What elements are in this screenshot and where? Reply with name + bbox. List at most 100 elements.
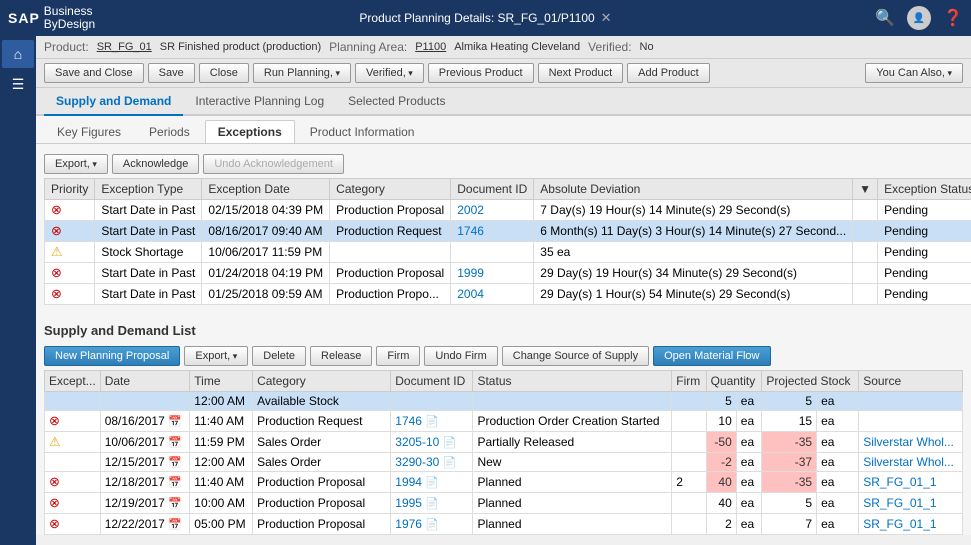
sd-source[interactable]: Silverstar Whol... bbox=[859, 453, 963, 472]
exception-category bbox=[330, 242, 451, 263]
calendar-icon[interactable]: 📅 bbox=[168, 498, 182, 510]
exception-doc-id[interactable]: 2004 bbox=[451, 284, 534, 305]
sub-tab-periods[interactable]: Periods bbox=[136, 120, 203, 143]
save-and-close-button[interactable]: Save and Close bbox=[44, 63, 144, 83]
doc-icon[interactable]: 📄 bbox=[425, 519, 439, 531]
col-category[interactable]: Category bbox=[330, 179, 451, 200]
sd-doc-id[interactable]: 1995 📄 bbox=[391, 493, 473, 514]
sd-doc-id[interactable]: 1994 📄 bbox=[391, 472, 473, 493]
sd-doc-id[interactable]: 3290-30 📄 bbox=[391, 453, 473, 472]
col-filter[interactable]: ▼ bbox=[853, 179, 878, 200]
col-exception-status[interactable]: Exception Status bbox=[878, 179, 971, 200]
col-exception-date[interactable]: Exception Date bbox=[202, 179, 330, 200]
doc-icon[interactable]: 📄 bbox=[443, 437, 457, 449]
exception-doc-id[interactable]: 1746 bbox=[451, 221, 534, 242]
previous-product-button[interactable]: Previous Product bbox=[428, 63, 534, 83]
col-document-id[interactable]: Document ID bbox=[451, 179, 534, 200]
undo-acknowledgement-button[interactable]: Undo Acknowledgement bbox=[203, 154, 344, 174]
col-absolute-deviation[interactable]: Absolute Deviation bbox=[534, 179, 853, 200]
supply-export-button[interactable]: Export, bbox=[184, 346, 248, 366]
verified-button[interactable]: Verified, bbox=[355, 63, 424, 83]
sidebar-menu-icon[interactable]: ☰ bbox=[2, 70, 34, 98]
supply-demand-row[interactable]: ⚠ 10/06/2017 📅 11:59 PM Sales Order 3205… bbox=[45, 432, 963, 453]
col-exception-type[interactable]: Exception Type bbox=[95, 179, 202, 200]
col-source[interactable]: Source bbox=[859, 371, 963, 392]
doc-icon[interactable]: 📄 bbox=[425, 477, 439, 489]
sd-doc-id[interactable]: 3205-10 📄 bbox=[391, 432, 473, 453]
sd-source[interactable] bbox=[859, 411, 963, 432]
doc-icon[interactable]: 📄 bbox=[443, 457, 457, 469]
col-time[interactable]: Time bbox=[190, 371, 253, 392]
sd-source[interactable]: SR_FG_01_1 bbox=[859, 493, 963, 514]
you-can-also-button[interactable]: You Can Also, bbox=[865, 63, 963, 83]
exception-row[interactable]: ⊗ Start Date in Past 01/25/2018 09:59 AM… bbox=[45, 284, 971, 305]
undo-firm-button[interactable]: Undo Firm bbox=[424, 346, 497, 366]
product-link[interactable]: SR_FG_01 bbox=[97, 41, 152, 53]
change-source-of-supply-button[interactable]: Change Source of Supply bbox=[502, 346, 649, 366]
next-product-button[interactable]: Next Product bbox=[538, 63, 624, 83]
search-icon[interactable]: 🔍 bbox=[875, 8, 895, 28]
doc-icon[interactable]: 📄 bbox=[425, 416, 439, 428]
acknowledge-button[interactable]: Acknowledge bbox=[112, 154, 199, 174]
calendar-icon[interactable]: 📅 bbox=[168, 416, 182, 428]
sub-tab-key-figures[interactable]: Key Figures bbox=[44, 120, 134, 143]
exception-date: 02/15/2018 04:39 PM bbox=[202, 200, 330, 221]
release-button[interactable]: Release bbox=[310, 346, 372, 366]
supply-demand-row[interactable]: ⊗ 12/19/2017 📅 10:00 AM Production Propo… bbox=[45, 493, 963, 514]
tab-interactive-planning-log[interactable]: Interactive Planning Log bbox=[183, 88, 336, 116]
exception-row[interactable]: ⚠ Stock Shortage 10/06/2017 11:59 PM 35 … bbox=[45, 242, 971, 263]
supply-demand-row[interactable]: ⊗ 12/29/2017 📅 05:00 PM Production Propo… bbox=[45, 535, 963, 536]
sd-source[interactable]: SR_FG_01_1 bbox=[859, 514, 963, 535]
tab-supply-demand[interactable]: Supply and Demand bbox=[44, 88, 183, 116]
sd-source[interactable]: SR_FG_01_1 bbox=[859, 472, 963, 493]
sub-tab-exceptions[interactable]: Exceptions bbox=[205, 120, 295, 143]
supply-demand-row[interactable]: ⊗ 08/16/2017 📅 11:40 AM Production Reque… bbox=[45, 411, 963, 432]
sd-source[interactable]: Silverstar Whol... bbox=[859, 432, 963, 453]
close-tab-button[interactable]: ✕ bbox=[601, 10, 612, 26]
sd-doc-id[interactable] bbox=[391, 392, 473, 411]
exception-row[interactable]: ⊗ Start Date in Past 01/24/2018 04:19 PM… bbox=[45, 263, 971, 284]
sub-tab-product-information[interactable]: Product Information bbox=[297, 120, 428, 143]
exception-doc-id[interactable]: 2002 bbox=[451, 200, 534, 221]
col-date[interactable]: Date bbox=[100, 371, 190, 392]
firm-button[interactable]: Firm bbox=[376, 346, 420, 366]
sidebar-home-icon[interactable]: ⌂ bbox=[2, 40, 34, 68]
exception-doc-id[interactable]: 1999 bbox=[451, 263, 534, 284]
run-planning-button[interactable]: Run Planning, bbox=[253, 63, 351, 83]
sd-doc-id[interactable]: 1746 📄 bbox=[391, 411, 473, 432]
planning-area-link[interactable]: P1100 bbox=[415, 41, 446, 53]
col-firm[interactable]: Firm bbox=[672, 371, 706, 392]
calendar-icon[interactable]: 📅 bbox=[168, 457, 182, 469]
supply-demand-row[interactable]: 12/15/2017 📅 12:00 AM Sales Order 3290-3… bbox=[45, 453, 963, 472]
supply-demand-row[interactable]: ⊗ 12/18/2017 📅 11:40 AM Production Propo… bbox=[45, 472, 963, 493]
exception-doc-id[interactable] bbox=[451, 242, 534, 263]
open-material-flow-button[interactable]: Open Material Flow bbox=[653, 346, 770, 366]
col-sd-document-id[interactable]: Document ID bbox=[391, 371, 473, 392]
col-sd-category[interactable]: Category bbox=[253, 371, 391, 392]
exception-row[interactable]: ⊗ Start Date in Past 08/16/2017 09:40 AM… bbox=[45, 221, 971, 242]
supply-demand-row[interactable]: 12:00 AM Available Stock 5 ea 5 ea bbox=[45, 392, 963, 411]
sd-doc-id[interactable]: 1977 📄 bbox=[391, 535, 473, 536]
new-planning-proposal-button[interactable]: New Planning Proposal bbox=[44, 346, 180, 366]
close-button[interactable]: Close bbox=[199, 63, 249, 83]
calendar-icon[interactable]: 📅 bbox=[168, 437, 182, 449]
supply-demand-row[interactable]: ⊗ 12/22/2017 📅 05:00 PM Production Propo… bbox=[45, 514, 963, 535]
delete-button[interactable]: Delete bbox=[252, 346, 306, 366]
calendar-icon[interactable]: 📅 bbox=[168, 477, 182, 489]
add-product-button[interactable]: Add Product bbox=[627, 63, 710, 83]
doc-icon[interactable]: 📄 bbox=[425, 498, 439, 510]
col-status[interactable]: Status bbox=[473, 371, 672, 392]
col-projected-stock[interactable]: Projected Stock bbox=[762, 371, 859, 392]
calendar-icon[interactable]: 📅 bbox=[168, 519, 182, 531]
sd-doc-id[interactable]: 1976 📄 bbox=[391, 514, 473, 535]
supply-demand-toolbar: New Planning Proposal Export, Delete Rel… bbox=[44, 342, 963, 370]
sd-source[interactable] bbox=[859, 392, 963, 411]
exception-row[interactable]: ⊗ Start Date in Past 02/15/2018 04:39 PM… bbox=[45, 200, 971, 221]
save-button[interactable]: Save bbox=[148, 63, 195, 83]
user-avatar[interactable]: 👤 bbox=[907, 6, 931, 30]
sd-source[interactable]: SR_FG_01_1 bbox=[859, 535, 963, 536]
col-quantity[interactable]: Quantity bbox=[706, 371, 762, 392]
exception-export-button[interactable]: Export, bbox=[44, 154, 108, 174]
tab-selected-products[interactable]: Selected Products bbox=[336, 88, 457, 116]
help-icon[interactable]: ❓ bbox=[943, 8, 963, 28]
